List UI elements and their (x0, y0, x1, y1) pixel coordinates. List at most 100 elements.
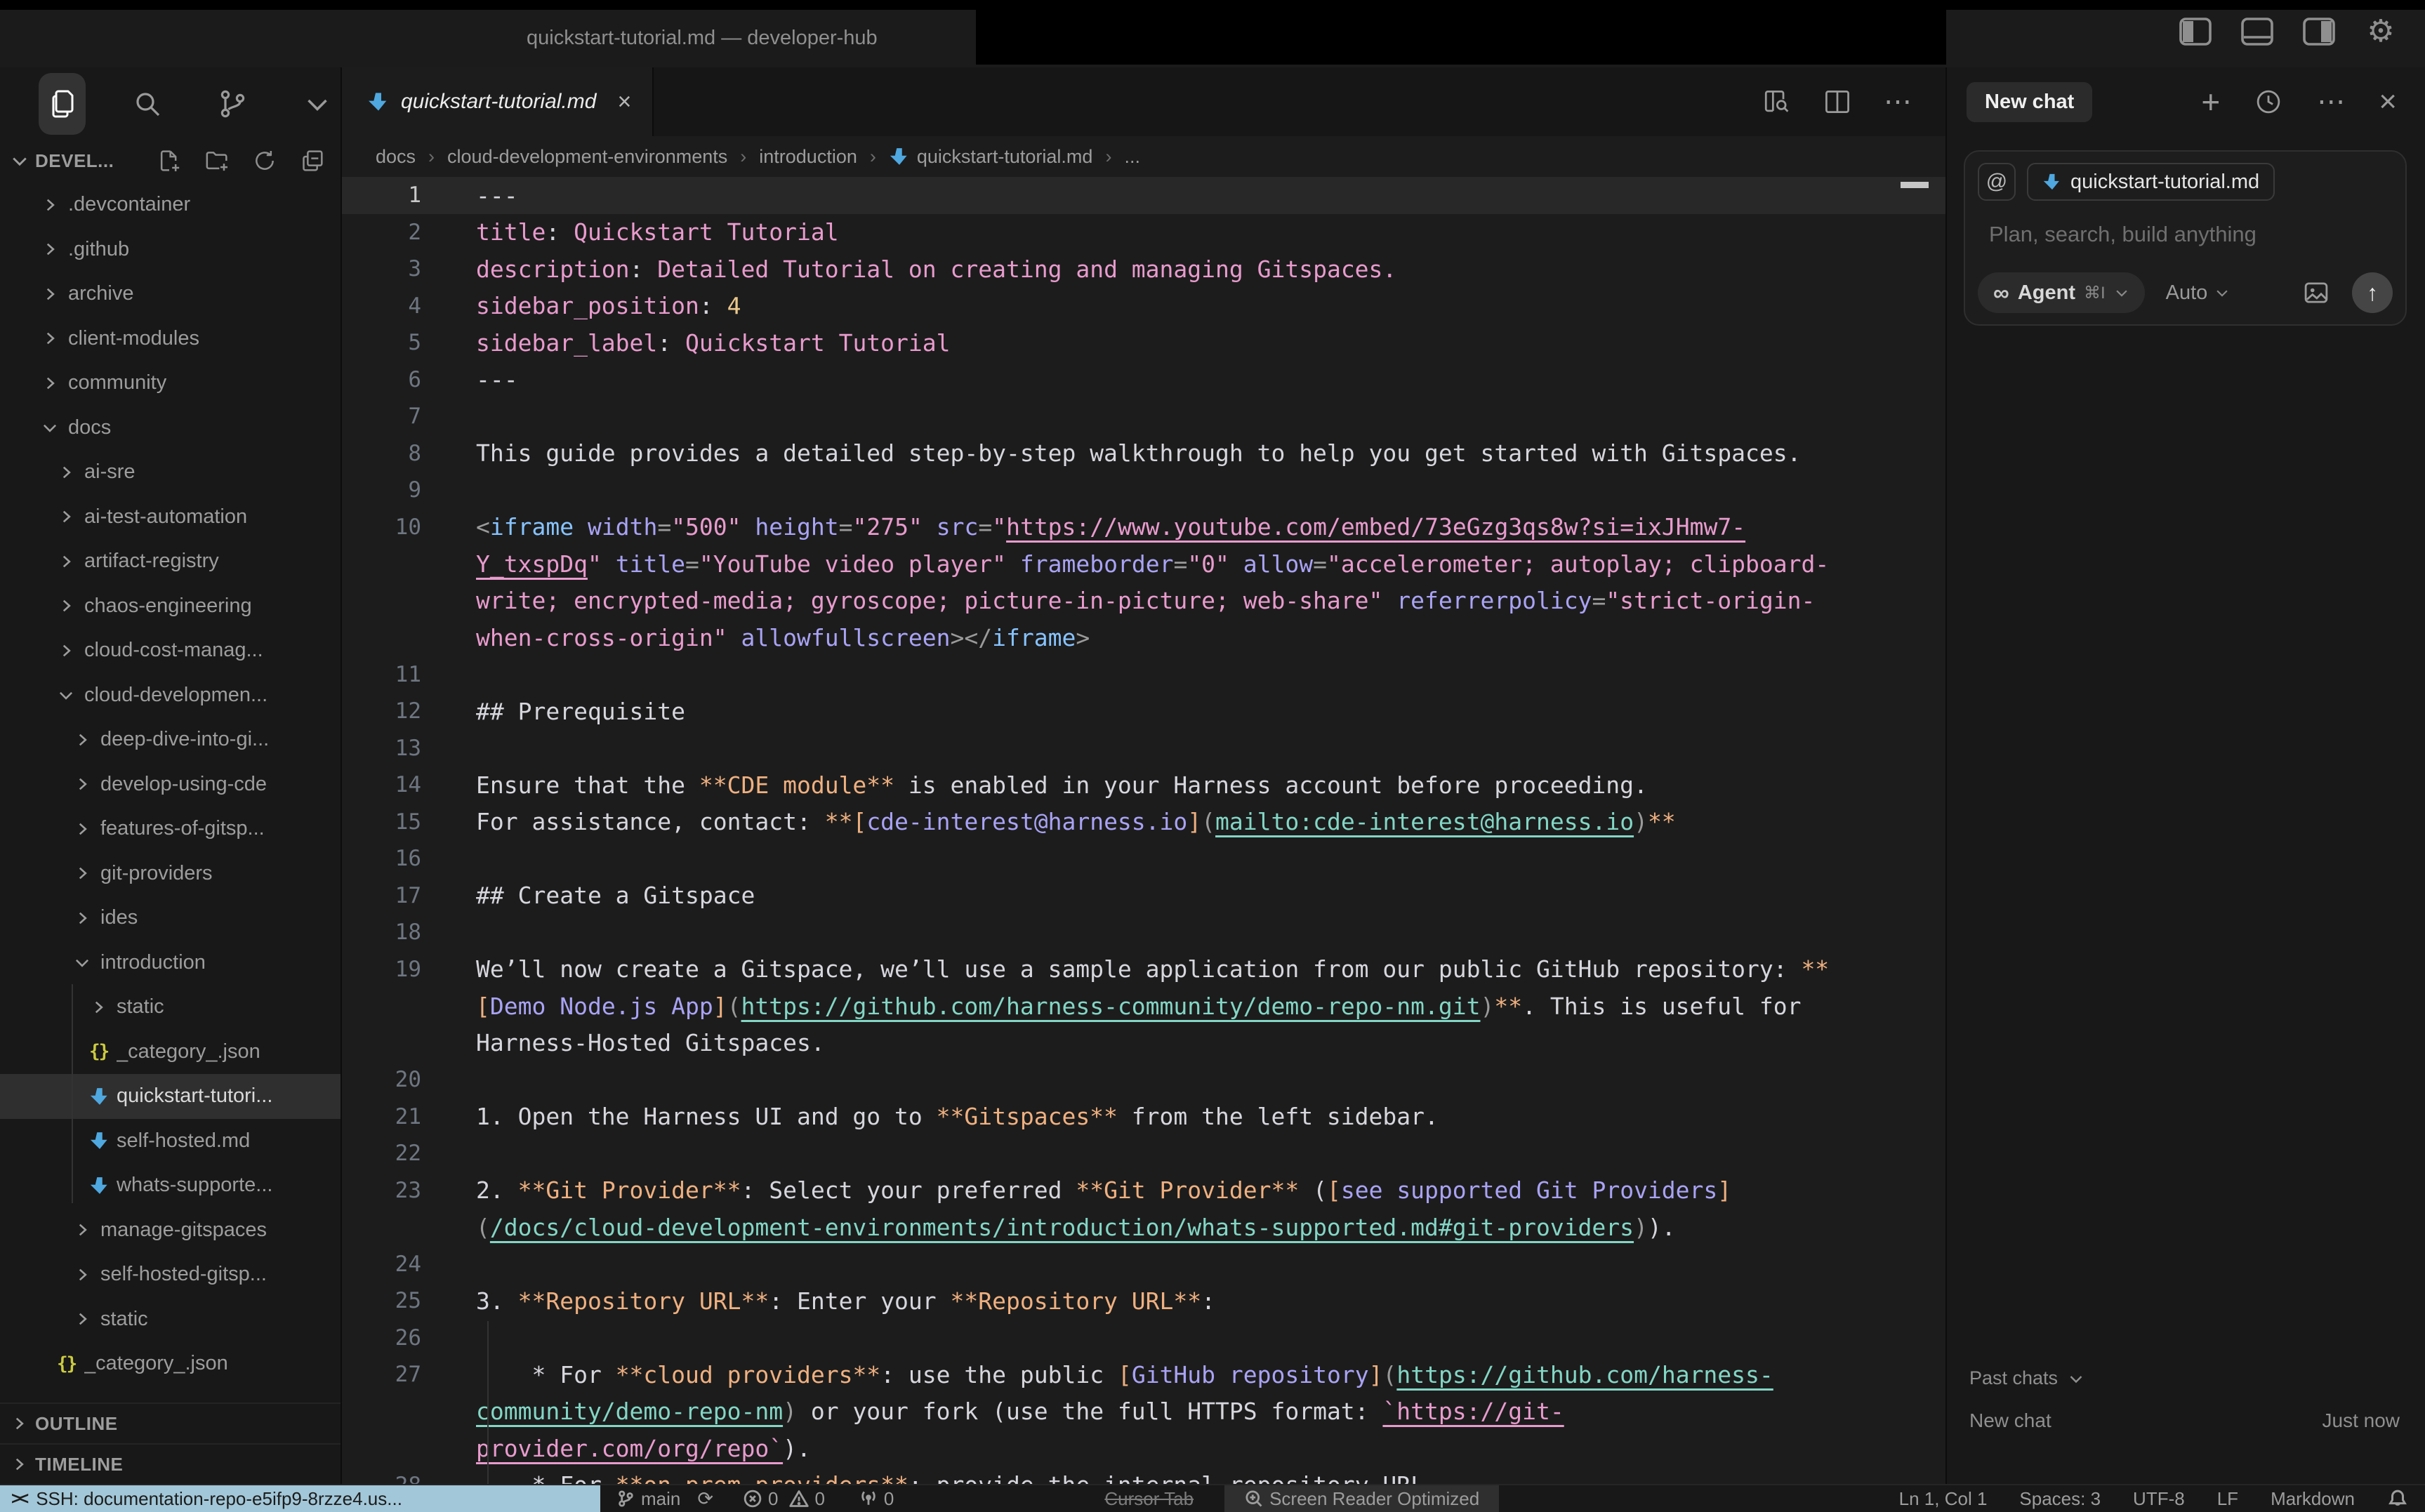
editor-line-27[interactable]: 27 * For **cloud providers**: use the pu… (342, 1356, 1945, 1393)
send-button[interactable]: ↑ (2352, 272, 2393, 313)
tree-item-ides[interactable]: ides (0, 896, 341, 941)
attach-image-icon[interactable] (2301, 278, 2331, 307)
toggle-bottom-panel-icon[interactable] (2241, 17, 2273, 46)
editor-line-wrap[interactable]: (/docs/cloud-development-environments/in… (342, 1209, 1945, 1246)
chat-input-box[interactable]: @ quickstart-tutorial.md Plan, search, b… (1964, 150, 2407, 326)
tree-item-cloud-cost-manag-[interactable]: cloud-cost-manag... (0, 628, 341, 673)
tree-item-features-of-gitsp-[interactable]: features-of-gitsp... (0, 807, 341, 851)
chat-close-icon[interactable]: × (2379, 86, 2397, 117)
split-editor-icon[interactable] (1822, 86, 1853, 117)
editor-line-12[interactable]: 12## Prerequisite (342, 693, 1945, 730)
refresh-icon[interactable] (251, 147, 279, 175)
editor-line-14[interactable]: 14Ensure that the **CDE module** is enab… (342, 767, 1945, 804)
new-chat-plus-icon[interactable]: + (2201, 86, 2220, 118)
editor-line-21[interactable]: 211. Open the Harness UI and go to **Git… (342, 1099, 1945, 1136)
status-item-0[interactable]: 0 (859, 1485, 894, 1512)
status-item-lf[interactable]: LF (2217, 1485, 2238, 1512)
editor-line-8[interactable]: 8This guide provides a detailed step-by-… (342, 435, 1945, 472)
editor-line-18[interactable]: 18 (342, 914, 1945, 951)
editor-line-3[interactable]: 3description: Detailed Tutorial on creat… (342, 251, 1945, 288)
breadcrumb-item[interactable]: ... (1124, 146, 1140, 168)
editor-line-wrap[interactable]: [Demo Node.js App](https://github.com/ha… (342, 988, 1945, 1025)
status-item-screen-reader-optimized[interactable]: Screen Reader Optimized (1224, 1485, 1499, 1512)
editor-line-1[interactable]: 1--- (342, 177, 1945, 214)
tree-item-manage-gitspaces[interactable]: manage-gitspaces (0, 1208, 341, 1253)
tree-item-docs[interactable]: docs (0, 406, 341, 451)
status-item-spaces-3[interactable]: Spaces: 3 (2019, 1485, 2101, 1512)
collapse-all-icon[interactable] (298, 147, 326, 175)
breadcrumb-item[interactable]: introduction (759, 146, 857, 168)
open-preview-icon[interactable] (1760, 86, 1791, 117)
mode-selector[interactable]: ∞ Agent ⌘I (1978, 272, 2145, 313)
remote-indicator[interactable]: >< SSH: documentation-repo-e5ifp9-8rzze4… (0, 1485, 600, 1512)
editor-line-wrap[interactable]: community/demo-repo-nm) or your fork (us… (342, 1393, 1945, 1431)
breadcrumb-item[interactable]: docs (376, 146, 416, 168)
past-chats-header[interactable]: Past chats (1969, 1367, 2084, 1389)
editor-line-22[interactable]: 22 (342, 1135, 1945, 1172)
editor-line-5[interactable]: 5sidebar_label: Quickstart Tutorial (342, 324, 1945, 362)
tab-close-icon[interactable]: × (617, 90, 631, 114)
editor-line-4[interactable]: 4sidebar_position: 4 (342, 288, 1945, 325)
tree-item-git-providers[interactable]: git-providers (0, 851, 341, 896)
editor-line-16[interactable]: 16 (342, 840, 1945, 877)
tree-item-chaos-engineering[interactable]: chaos-engineering (0, 584, 341, 629)
search-icon[interactable] (124, 73, 171, 135)
editor-line-10[interactable]: 10<iframe width="500" height="275" src="… (342, 509, 1945, 546)
model-selector[interactable]: Auto (2166, 281, 2231, 305)
editor-line-17[interactable]: 17## Create a Gitspace (342, 877, 1945, 915)
editor-line-wrap[interactable]: write; encrypted-media; gyroscope; pictu… (342, 583, 1945, 620)
context-file-chip[interactable]: quickstart-tutorial.md (2027, 163, 2275, 201)
editor-line-6[interactable]: 6--- (342, 362, 1945, 399)
editor-line-11[interactable]: 11 (342, 656, 1945, 694)
source-control-icon[interactable] (209, 73, 256, 135)
status-item-0[interactable]: 0 (789, 1485, 824, 1512)
tree-item--devcontainer[interactable]: .devcontainer (0, 183, 341, 227)
editor-line-23[interactable]: 232. **Git Provider**: Select your prefe… (342, 1172, 1945, 1209)
tree-item-archive[interactable]: archive (0, 272, 341, 317)
tree-item-self-hosted-md[interactable]: self-hosted.md (0, 1119, 341, 1164)
tree-item--github[interactable]: .github (0, 227, 341, 272)
tree-item-introduction[interactable]: introduction (0, 941, 341, 986)
toggle-left-sidebar-icon[interactable] (2179, 17, 2212, 46)
editor-line-26[interactable]: 26 (342, 1320, 1945, 1357)
chat-more-icon[interactable]: ⋯ (2317, 88, 2345, 116)
tree-item-ai-sre[interactable]: ai-sre (0, 450, 341, 495)
new-folder-icon[interactable] (203, 147, 231, 175)
more-actions-icon[interactable]: ⋯ (1884, 86, 1913, 118)
breadcrumb-item[interactable]: cloud-development-environments (447, 146, 727, 168)
tab-quickstart-tutorial[interactable]: quickstart-tutorial.md × (342, 67, 654, 136)
chat-tab-new-chat[interactable]: New chat (1967, 82, 2092, 122)
editor-line-7[interactable]: 7 (342, 398, 1945, 435)
breadcrumb-item[interactable]: quickstart-tutorial.md (889, 146, 1093, 168)
tree-item-static[interactable]: static (0, 1297, 341, 1342)
editor-line-2[interactable]: 2title: Quickstart Tutorial (342, 214, 1945, 251)
tree-item-ai-test-automation[interactable]: ai-test-automation (0, 495, 341, 540)
editor-line-13[interactable]: 13 (342, 730, 1945, 767)
tree-item-deep-dive-into-gi-[interactable]: deep-dive-into-gi... (0, 717, 341, 762)
new-file-icon[interactable] (155, 147, 183, 175)
status-item-utf-8[interactable]: UTF-8 (2133, 1485, 2185, 1512)
status-item-sync[interactable]: ⟳ (697, 1485, 713, 1512)
status-item-cursor-tab[interactable]: Cursor Tab (1104, 1485, 1194, 1512)
tree-item-quickstart-tutori-[interactable]: quickstart-tutori... (0, 1074, 341, 1119)
editor-line-15[interactable]: 15For assistance, contact: **[cde-intere… (342, 804, 1945, 841)
tree-item-static[interactable]: static (0, 985, 341, 1030)
tree-item-artifact-registry[interactable]: artifact-registry (0, 539, 341, 584)
explorer-header[interactable]: DEVEL... (0, 140, 341, 181)
tree-item-self-hosted-gitsp-[interactable]: self-hosted-gitsp... (0, 1252, 341, 1297)
editor-line-20[interactable]: 20 (342, 1061, 1945, 1099)
tree-item-develop-using-cde[interactable]: develop-using-cde (0, 762, 341, 807)
tree-item--category-json[interactable]: {}_category_.json (0, 1341, 341, 1386)
status-item-markdown[interactable]: Markdown (2271, 1485, 2355, 1512)
editor-line-wrap[interactable]: provider.com/org/repo`). (342, 1430, 1945, 1467)
chat-history-icon[interactable] (2254, 87, 2283, 117)
past-chat-item[interactable]: New chat Just now (1969, 1410, 2400, 1432)
toggle-right-sidebar-icon[interactable] (2303, 17, 2335, 46)
activity-more-chevron-icon[interactable] (293, 73, 341, 135)
editor-line-wrap[interactable]: Y_txspDq" title="YouTube video player" f… (342, 545, 1945, 583)
add-context-button[interactable]: @ (1978, 163, 2016, 201)
code-editor[interactable]: 1---2title: Quickstart Tutorial3descript… (342, 177, 1945, 1484)
section-outline[interactable]: OUTLINE (0, 1402, 341, 1443)
editor-line-9[interactable]: 9 (342, 472, 1945, 509)
tree-item-cloud-developmen-[interactable]: cloud-developmen... (0, 673, 341, 718)
